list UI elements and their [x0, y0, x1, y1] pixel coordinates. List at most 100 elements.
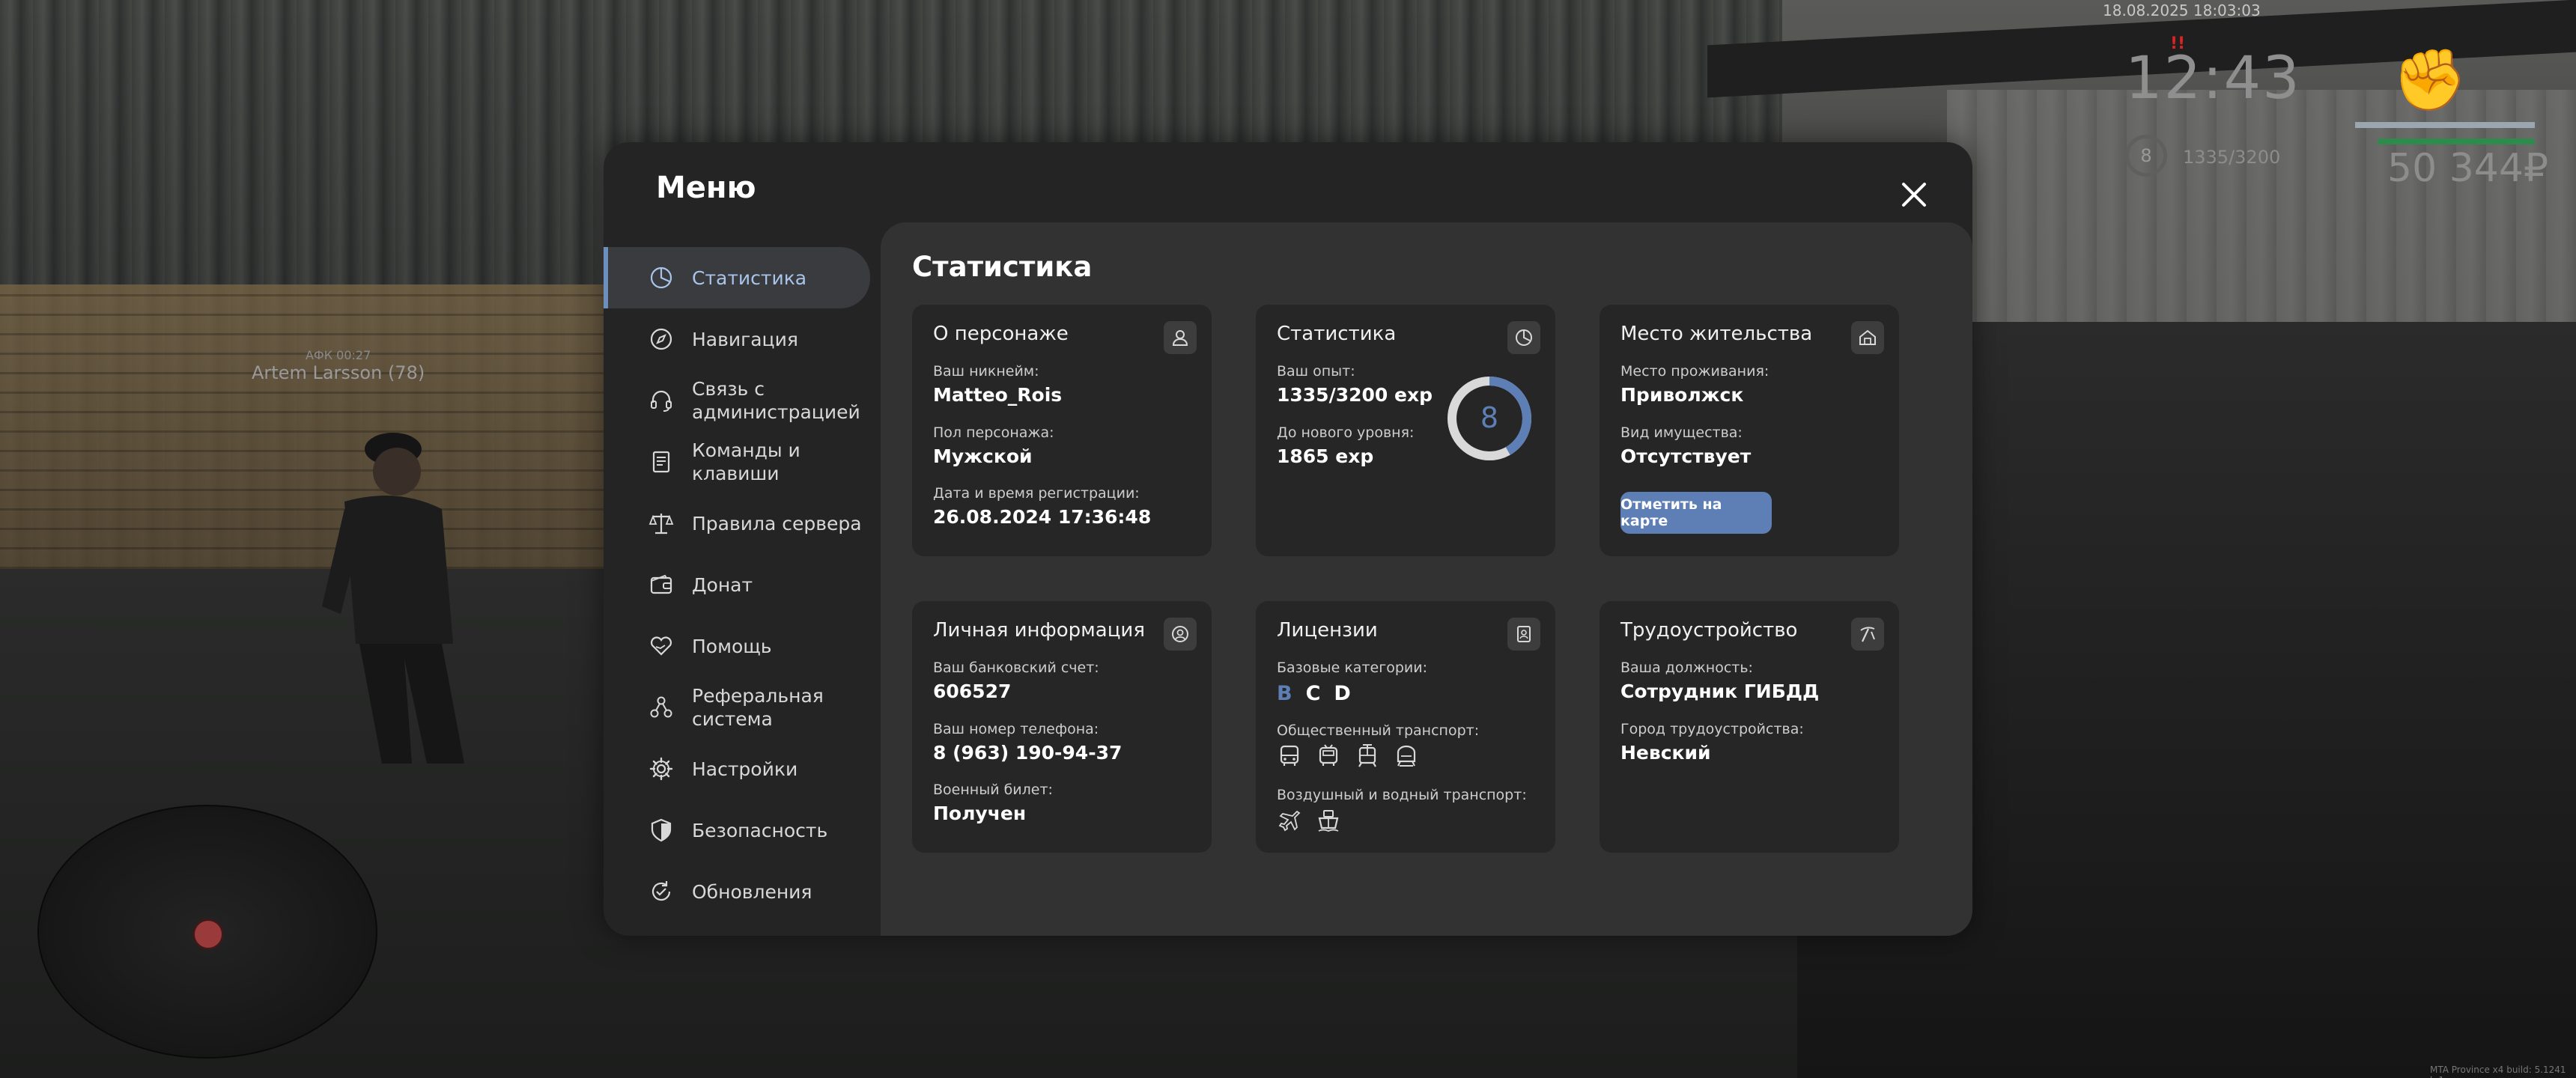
position-label: Ваша должность: — [1620, 660, 1753, 676]
headset-icon — [651, 390, 672, 412]
player-character — [322, 433, 464, 764]
sidebar-item-navigation[interactable]: Навигация — [604, 308, 870, 370]
tram-icon — [1358, 744, 1376, 767]
character-card: О персонаже Ваш никнейм: Matteo_Rois Пол… — [912, 305, 1212, 556]
nickname-label: Ваш никнейм: — [933, 363, 1039, 380]
hud-time: 12:43 — [2125, 45, 2301, 112]
menu-title: Меню — [656, 171, 756, 205]
hud-level: 8 — [2125, 135, 2167, 177]
heart-hand-icon — [650, 636, 672, 656]
license-categories: B C D — [1277, 682, 1351, 705]
pickaxe-icon — [1851, 618, 1884, 651]
refresh-check-icon — [651, 881, 671, 901]
minimap[interactable] — [37, 805, 377, 1059]
house-icon — [1851, 321, 1884, 354]
sidebar-item-label: Навигация — [692, 328, 798, 350]
close-button[interactable] — [1896, 177, 1932, 213]
scales-icon — [648, 514, 674, 535]
registration-label: Дата и время регистрации: — [933, 485, 1140, 502]
wallet-icon — [650, 574, 672, 594]
airplane-icon — [1278, 810, 1301, 832]
public-transport-label: Общественный транспорт: — [1277, 722, 1480, 739]
fist-icon: ✊ — [2393, 45, 2467, 115]
build-info: MTA Province x4 build: 5.1241 b.1 — [2430, 1065, 2566, 1078]
sidebar-item-label: Статистика — [692, 267, 807, 289]
personal-info-card: Личная информация Ваш банковский счет: 6… — [912, 601, 1212, 853]
sidebar-item-settings[interactable]: Настройки — [604, 738, 870, 800]
card-title: Личная информация — [933, 619, 1145, 642]
position-value: Сотрудник ГИБДД — [1620, 680, 1820, 702]
sidebar-item-label: Помощь — [692, 635, 772, 657]
sidebar-item-security[interactable]: Безопасность — [604, 800, 870, 861]
employment-card: Трудоустройство Ваша должность: Сотрудни… — [1600, 601, 1899, 853]
phone-value: 8 (963) 190-94-37 — [933, 742, 1123, 764]
player-marker-icon — [192, 919, 224, 950]
level-progress-ring: 8 — [1448, 377, 1531, 460]
statistics-content: Статистика О персонаже Ваш никнейм: Matt… — [881, 222, 1972, 936]
sidebar-item-label: Настройки — [692, 758, 798, 780]
sidebar-item-label: Обновления — [692, 880, 812, 903]
id-badge-icon — [1507, 618, 1540, 651]
public-transport-icons — [1277, 743, 1419, 769]
hud-datetime: 18.08.2025 18:03:03 — [2103, 1, 2261, 19]
exp-value: 1335/3200 exp — [1277, 384, 1433, 406]
shield-icon — [651, 818, 672, 842]
boat-icon — [1318, 810, 1339, 832]
sidebar-item-label: Команды и клавиши — [692, 439, 801, 484]
phone-label: Ваш номер телефона: — [933, 721, 1099, 737]
player-nametag: АФК 00:27 Artem Larsson (78) — [252, 348, 425, 383]
property-value: Отсутствует — [1620, 445, 1752, 467]
hud-health-bar — [2355, 122, 2535, 128]
level-number: 8 — [1480, 401, 1498, 434]
next-level-label: До нового уровня: — [1277, 424, 1415, 441]
residence-card: Место жительства Место проживания: Приво… — [1600, 305, 1899, 556]
sidebar-item-statistics[interactable]: Статистика — [604, 247, 870, 308]
document-icon — [652, 451, 670, 473]
sidebar-item-referral[interactable]: Реферальная система — [604, 677, 870, 738]
sidebar-item-admin-contact[interactable]: Связь с администрацией — [604, 370, 870, 431]
mark-on-map-button[interactable]: Отметить на карте — [1620, 492, 1772, 534]
air-water-transport-icons — [1277, 808, 1341, 833]
game-scene: АФК 00:27 Artem Larsson (78) 18.08.2025 … — [0, 0, 2576, 1078]
sidebar-item-commands[interactable]: Команды и клавиши — [604, 431, 870, 493]
card-title: О персонаже — [933, 323, 1069, 345]
military-id-label: Военный билет: — [933, 782, 1053, 798]
exp-label: Ваш опыт: — [1277, 363, 1355, 380]
sidebar-item-label: Реферальная система — [692, 685, 824, 730]
military-id-value: Получен — [933, 803, 1027, 824]
hud-armor-bar — [2378, 138, 2535, 144]
menu-panel: Меню Статистика Навигация Связь с админи… — [604, 142, 1972, 936]
air-water-transport-label: Воздушный и водный транспорт: — [1277, 787, 1527, 803]
user-circle-icon — [1164, 618, 1197, 651]
gender-value: Мужской — [933, 445, 1033, 467]
license-category-c: C — [1305, 682, 1321, 705]
sidebar-item-donate[interactable]: Донат — [604, 554, 870, 615]
bank-account-value: 606527 — [933, 680, 1012, 702]
sidebar-item-label: Безопасность — [692, 819, 828, 841]
license-category-b: B — [1277, 682, 1292, 705]
close-icon — [1902, 183, 1926, 207]
referral-icon — [650, 696, 672, 718]
residence-label: Место проживания: — [1620, 363, 1770, 380]
card-title: Место жительства — [1620, 323, 1813, 345]
sidebar-item-rules[interactable]: Правила сервера — [604, 493, 870, 554]
card-title: Трудоустройство — [1620, 619, 1798, 642]
work-city-label: Город трудоустройства: — [1620, 721, 1804, 737]
sidebar-item-label: Связь с администрацией — [692, 378, 860, 423]
gender-label: Пол персонажа: — [933, 424, 1054, 441]
card-title: Лицензии — [1277, 619, 1378, 642]
sidebar-item-help[interactable]: Помощь — [604, 615, 870, 677]
nickname-value: Matteo_Rois — [933, 384, 1063, 406]
section-title: Статистика — [912, 251, 1093, 283]
license-category-d: D — [1334, 682, 1351, 705]
gear-icon — [649, 757, 673, 781]
user-icon — [1164, 321, 1197, 354]
trolleybus-icon — [1319, 744, 1338, 766]
card-title: Статистика — [1277, 323, 1397, 345]
sidebar-item-updates[interactable]: Обновления — [604, 861, 870, 922]
pie-chart-icon — [650, 267, 672, 289]
metro-icon — [1397, 745, 1416, 767]
licenses-card: Лицензии Базовые категории: B C D Общест… — [1256, 601, 1555, 853]
basic-categories-label: Базовые категории: — [1277, 660, 1427, 676]
next-level-value: 1865 exp — [1277, 445, 1374, 467]
